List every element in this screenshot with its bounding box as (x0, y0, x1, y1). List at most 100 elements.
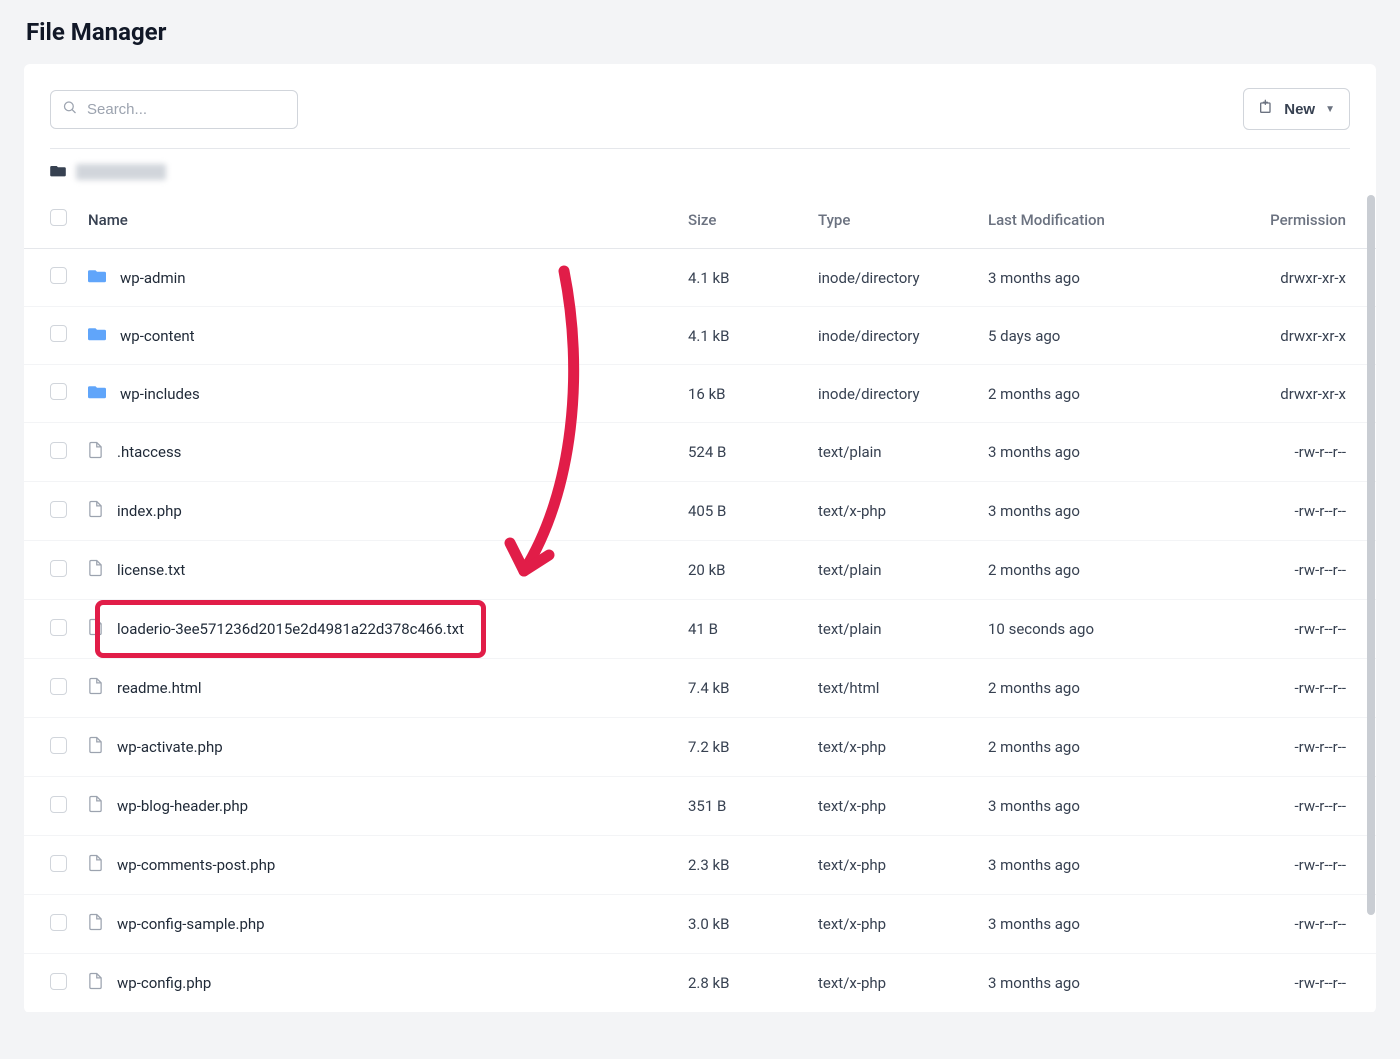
table-row[interactable]: license.txt20 kBtext/plain2 months ago-r… (24, 541, 1376, 600)
col-size[interactable]: Size (676, 191, 806, 249)
table-row[interactable]: index.php 405 Btext/x-php3 months ago-rw-… (24, 482, 1376, 541)
folder-icon (88, 326, 106, 345)
table-row[interactable]: wp-config.php 2.8 kBtext/x-php3 months ag… (24, 954, 1376, 1013)
folder-icon (88, 384, 106, 403)
table-row[interactable]: readme.html7.4 kBtext/html2 months ago-r… (24, 659, 1376, 718)
search-input[interactable] (50, 90, 298, 129)
file-name[interactable]: wp-blog-header.php (117, 797, 248, 815)
table-row[interactable]: wp-activate.php7.2 kBtext/x-php2 months … (24, 718, 1376, 777)
file-type: text/x-php (806, 954, 976, 1013)
file-name[interactable]: wp-activate.php (117, 738, 223, 756)
file-mod: 3 months ago (976, 954, 1206, 1013)
file-type: inode/directory (806, 365, 976, 423)
file-name[interactable]: index.php (117, 502, 182, 520)
file-perm: -rw-r--r-- (1206, 895, 1376, 954)
row-checkbox[interactable] (50, 560, 67, 577)
scrollbar[interactable] (1367, 195, 1375, 915)
search-wrap (50, 90, 298, 129)
folder-icon (50, 163, 66, 181)
file-size: 351 B (676, 777, 806, 836)
table-row[interactable]: wp-content4.1 kBinode/directory5 days ag… (24, 307, 1376, 365)
file-size: 524 B (676, 423, 806, 482)
file-size: 4.1 kB (676, 307, 806, 365)
file-name[interactable]: wp-includes (120, 385, 200, 403)
file-icon (88, 677, 103, 699)
file-type: text/plain (806, 541, 976, 600)
file-perm: -rw-r--r-- (1206, 423, 1376, 482)
file-size: 405 B (676, 482, 806, 541)
file-name[interactable]: wp-config.php (117, 974, 211, 992)
row-checkbox[interactable] (50, 325, 67, 342)
file-perm: -rw-r--r-- (1206, 777, 1376, 836)
file-perm: -rw-r--r-- (1206, 600, 1376, 659)
select-all-checkbox[interactable] (50, 209, 67, 226)
row-checkbox[interactable] (50, 796, 67, 813)
file-size: 7.4 kB (676, 659, 806, 718)
file-type: text/x-php (806, 895, 976, 954)
row-checkbox[interactable] (50, 442, 67, 459)
file-perm: -rw-r--r-- (1206, 836, 1376, 895)
table-row[interactable]: wp-config-sample.php3.0 kBtext/x-php3 mo… (24, 895, 1376, 954)
table-row[interactable]: wp-includes 16 kBinode/directory2 months … (24, 365, 1376, 423)
table-row[interactable]: .htaccess524 Btext/plain3 months ago-rw-… (24, 423, 1376, 482)
file-perm: -rw-r--r-- (1206, 659, 1376, 718)
file-size: 2.8 kB (676, 954, 806, 1013)
file-name[interactable]: wp-config-sample.php (117, 915, 265, 933)
search-icon (62, 100, 77, 119)
table-row[interactable]: loaderio-3ee571236d2015e2d4981a22d378c46… (24, 600, 1376, 659)
file-type: inode/directory (806, 307, 976, 365)
col-type[interactable]: Type (806, 191, 976, 249)
file-mod: 3 months ago (976, 482, 1206, 541)
col-permission[interactable]: Permission (1206, 191, 1376, 249)
row-checkbox[interactable] (50, 914, 67, 931)
file-size: 20 kB (676, 541, 806, 600)
col-name[interactable]: Name (76, 191, 676, 249)
row-checkbox[interactable] (50, 737, 67, 754)
file-icon (88, 795, 103, 817)
file-mod: 2 months ago (976, 365, 1206, 423)
row-checkbox[interactable] (50, 501, 67, 518)
file-name[interactable]: readme.html (117, 679, 202, 697)
file-name[interactable]: loaderio-3ee571236d2015e2d4981a22d378c46… (117, 620, 464, 638)
file-size: 16 kB (676, 365, 806, 423)
file-type: text/plain (806, 600, 976, 659)
row-checkbox[interactable] (50, 678, 67, 695)
row-checkbox[interactable] (50, 383, 67, 400)
file-type: text/x-php (806, 482, 976, 541)
table-row[interactable]: wp-admin 4.1 kBinode/directory3 months ag… (24, 249, 1376, 307)
file-type: inode/directory (806, 249, 976, 307)
file-icon (88, 559, 103, 581)
row-checkbox[interactable] (50, 619, 67, 636)
file-perm: drwxr-xr-x (1206, 249, 1376, 307)
file-icon (88, 913, 103, 935)
file-manager-panel: New ▼ Name Size Type Last Modification P… (24, 64, 1376, 1013)
row-checkbox[interactable] (50, 973, 67, 990)
file-size: 4.1 kB (676, 249, 806, 307)
file-type: text/x-php (806, 777, 976, 836)
table-row[interactable]: wp-comments-post.php2.3 kBtext/x-php3 mo… (24, 836, 1376, 895)
file-size: 41 B (676, 600, 806, 659)
table-row[interactable]: wp-blog-header.php351 Btext/x-php3 month… (24, 777, 1376, 836)
file-name[interactable]: wp-content (120, 327, 195, 345)
toolbar: New ▼ (24, 64, 1376, 148)
file-mod: 3 months ago (976, 249, 1206, 307)
file-perm: drwxr-xr-x (1206, 307, 1376, 365)
file-name[interactable]: wp-admin (120, 269, 186, 287)
file-size: 7.2 kB (676, 718, 806, 777)
file-perm: -rw-r--r-- (1206, 482, 1376, 541)
breadcrumb[interactable] (24, 149, 1376, 191)
file-size: 3.0 kB (676, 895, 806, 954)
file-name[interactable]: .htaccess (117, 443, 181, 461)
file-name[interactable]: license.txt (117, 561, 185, 579)
file-name[interactable]: wp-comments-post.php (117, 856, 275, 874)
folder-icon (88, 268, 106, 287)
file-perm: -rw-r--r-- (1206, 541, 1376, 600)
row-checkbox[interactable] (50, 267, 67, 284)
page-title: File Manager (0, 0, 1400, 64)
file-mod: 2 months ago (976, 718, 1206, 777)
new-button[interactable]: New ▼ (1243, 88, 1350, 130)
row-checkbox[interactable] (50, 855, 67, 872)
file-icon (88, 854, 103, 876)
new-file-icon (1258, 99, 1274, 119)
col-last-mod[interactable]: Last Modification (976, 191, 1206, 249)
